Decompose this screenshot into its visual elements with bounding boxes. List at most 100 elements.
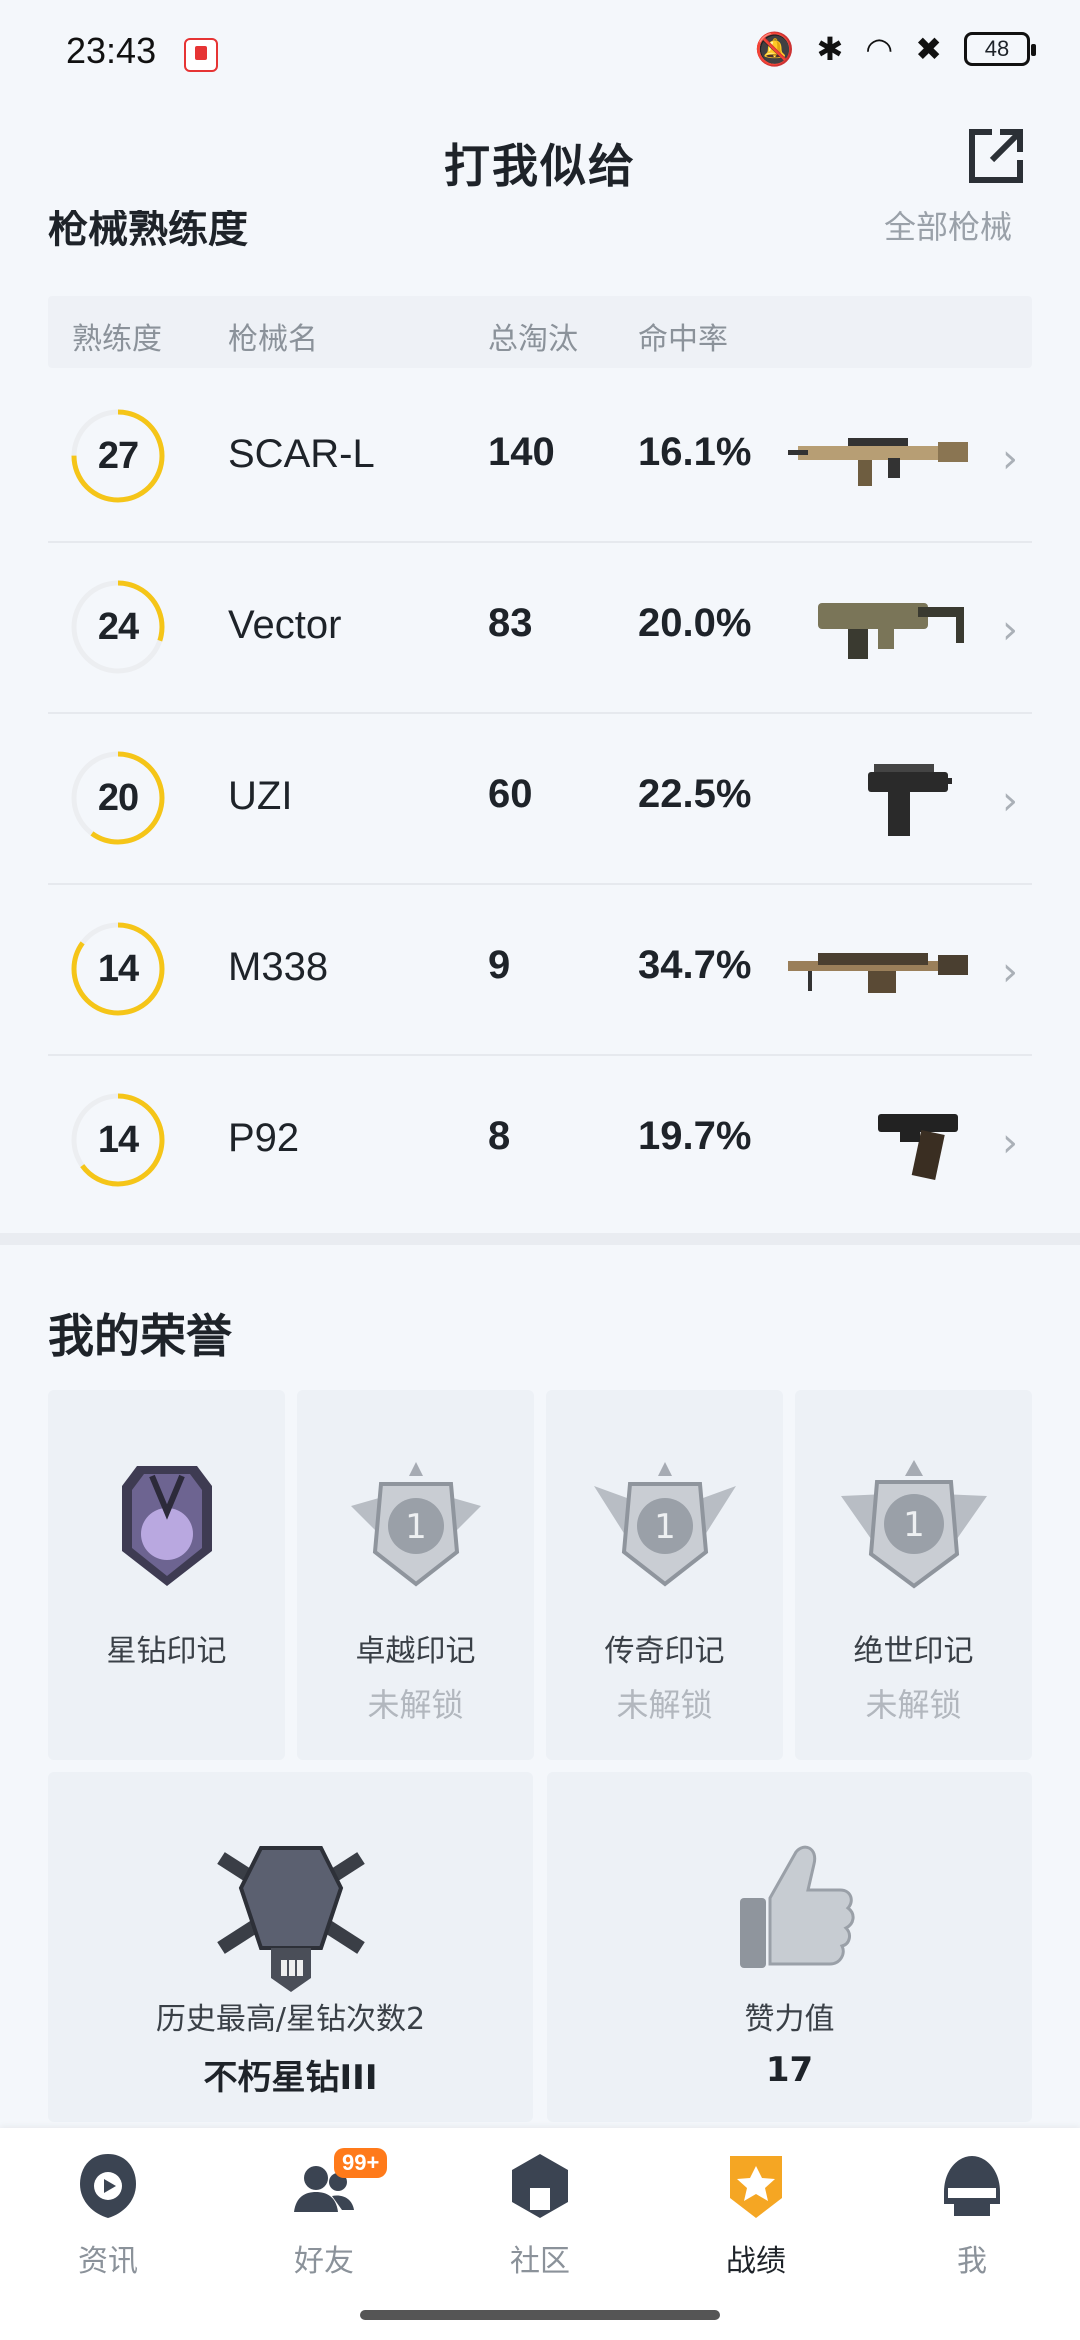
- weapon-name: M338: [228, 945, 329, 989]
- smg-icon: [818, 603, 964, 659]
- app-notification-icon: [184, 38, 218, 72]
- col-accuracy: 命中率: [638, 322, 728, 357]
- community-icon: [512, 2154, 568, 2218]
- weapon-list: 27 SCAR-L 140 16.1% › 24 Vector 83 20.0%…: [48, 372, 1032, 1227]
- weapon-kills: 8: [488, 1114, 511, 1158]
- all-weapons-link[interactable]: 全部枪械: [884, 210, 1012, 248]
- likes-value: 17: [765, 2050, 814, 2090]
- honor-section-title: 我的荣誉: [48, 1309, 232, 1363]
- honor-badge-status: 未解锁: [865, 1686, 962, 1724]
- svg-text:1: 1: [654, 1507, 676, 1547]
- rank-value: 不朽星钻III: [203, 2058, 378, 2098]
- honor-badge-card[interactable]: 1 传奇印记 未解锁: [546, 1390, 783, 1760]
- nav-label: 我: [957, 2244, 987, 2279]
- weapon-accuracy: 22.5%: [638, 772, 752, 816]
- weapon-name: UZI: [228, 774, 293, 818]
- wifi-icon: ◠: [865, 30, 894, 68]
- weapon-name: Vector: [228, 603, 342, 647]
- col-name: 枪械名: [228, 322, 318, 357]
- excellence-emblem-icon: 1: [350, 1462, 481, 1587]
- page-title: 打我似给: [444, 139, 636, 193]
- chevron-right-icon: ›: [1002, 607, 1018, 653]
- weapon-section-title: 枪械熟练度: [48, 210, 248, 252]
- status-time: 23:43: [66, 30, 157, 71]
- weapon-table-header: 熟练度 枪械名 总淘汰 命中率: [48, 296, 1032, 368]
- likes-card[interactable]: 赞力值 17: [547, 1772, 1032, 2122]
- chevron-right-icon: ›: [1002, 1120, 1018, 1166]
- pistol-icon: [878, 1114, 958, 1181]
- weapon-kills: 60: [488, 772, 533, 816]
- proficiency-level: 24: [97, 606, 139, 648]
- likes-label: 赞力值: [744, 2002, 835, 2037]
- legend-emblem-icon: 1: [593, 1462, 736, 1587]
- weapon-row[interactable]: 14 M338 9 34.7% ›: [48, 885, 1032, 1056]
- weapon-row[interactable]: 24 Vector 83 20.0% ›: [48, 543, 1032, 714]
- weapon-name: SCAR-L: [228, 432, 375, 476]
- honor-badge-label: 星钻印记: [106, 1634, 227, 1669]
- proficiency-level: 14: [97, 1119, 139, 1161]
- weapon-name: P92: [228, 1116, 300, 1160]
- thumbs-up-icon: [739, 1845, 854, 1968]
- friends-count-badge: 99+: [334, 2148, 388, 2178]
- honor-badge-card[interactable]: 1 绝世印记 未解锁: [795, 1390, 1032, 1760]
- nav-news[interactable]: 资讯: [48, 2148, 168, 2280]
- battery-indicator: 48: [964, 32, 1036, 66]
- svg-text:1: 1: [405, 1507, 427, 1547]
- sim-off-icon: ✖: [915, 30, 942, 68]
- honor-badge-label: 传奇印记: [604, 1634, 725, 1669]
- bluetooth-icon: ✱: [816, 30, 844, 68]
- honor-badge-label: 绝世印记: [853, 1634, 974, 1669]
- bottom-nav: 资讯 99+ 好友 社区 战绩 我: [0, 2128, 1080, 2340]
- rank-label: 历史最高/星钻次数2: [155, 2002, 426, 2037]
- peerless-emblem-icon: 1: [840, 1460, 987, 1589]
- status-bar: 23:43 🔕 ✱ ◠ ✖ 48: [0, 0, 1080, 110]
- chevron-right-icon: ›: [1002, 778, 1018, 824]
- weapon-section-header: 枪械熟练度 全部枪械: [48, 210, 1032, 260]
- weapon-row[interactable]: 20 UZI 60 22.5% ›: [48, 714, 1032, 885]
- page-header: 打我似给: [0, 110, 1080, 210]
- home-indicator[interactable]: [360, 2310, 720, 2320]
- nav-friends[interactable]: 99+ 好友: [264, 2148, 388, 2280]
- weapon-row[interactable]: 27 SCAR-L 140 16.1% ›: [48, 372, 1032, 543]
- rifle-icon: [788, 438, 968, 486]
- rank-emblem-icon: [216, 1846, 365, 1992]
- weapon-accuracy: 19.7%: [638, 1114, 752, 1158]
- stats-shield-icon: [730, 2156, 782, 2218]
- honor-summary: 历史最高/星钻次数2 不朽星钻III 赞力值 17: [48, 1772, 1032, 2122]
- news-icon: [80, 2154, 136, 2218]
- weapon-kills: 9: [488, 943, 511, 987]
- nav-label: 社区: [510, 2244, 570, 2279]
- col-proficiency: 熟练度: [72, 322, 162, 357]
- col-kills: 总淘汰: [488, 322, 578, 357]
- weapon-kills: 83: [488, 601, 533, 645]
- share-icon[interactable]: [964, 124, 1028, 188]
- chevron-right-icon: ›: [1002, 436, 1018, 482]
- svg-text:1: 1: [903, 1505, 925, 1545]
- star-diamond-medal-icon: [121, 1466, 212, 1586]
- helmet-icon: [944, 2156, 1000, 2216]
- nav-label: 好友: [294, 2244, 354, 2279]
- nav-stats[interactable]: 战绩: [696, 2148, 816, 2280]
- weapon-accuracy: 16.1%: [638, 430, 752, 474]
- weapon-accuracy: 34.7%: [638, 943, 752, 987]
- honor-badge-card[interactable]: 星钻印记: [48, 1390, 285, 1760]
- nav-label: 资讯: [78, 2244, 138, 2279]
- chevron-right-icon: ›: [1002, 949, 1018, 995]
- proficiency-level: 27: [97, 435, 139, 477]
- section-divider: [0, 1233, 1080, 1245]
- weapon-accuracy: 20.0%: [638, 601, 752, 645]
- honor-badge-status: 未解锁: [367, 1686, 464, 1724]
- honor-badge-card[interactable]: 1 卓越印记 未解锁: [297, 1390, 534, 1760]
- honor-badge-status: 未解锁: [616, 1686, 713, 1724]
- mute-icon: 🔕: [754, 30, 795, 68]
- rank-card[interactable]: 历史最高/星钻次数2 不朽星钻III: [48, 1772, 533, 2122]
- nav-community[interactable]: 社区: [480, 2148, 600, 2280]
- proficiency-level: 14: [97, 948, 139, 990]
- nav-me[interactable]: 我: [912, 2148, 1032, 2280]
- system-icons: 🔕 ✱ ◠ ✖ 48: [754, 30, 1036, 68]
- honor-badges: 星钻印记 1 卓越印记 未解锁 1 传奇印记 未解锁 1 绝世印记 未解锁: [48, 1390, 1032, 1760]
- proficiency-level: 20: [97, 777, 139, 819]
- weapon-row[interactable]: 14 P92 8 19.7% ›: [48, 1056, 1032, 1227]
- honor-badge-label: 卓越印记: [355, 1634, 476, 1669]
- lmg-icon: [788, 953, 968, 993]
